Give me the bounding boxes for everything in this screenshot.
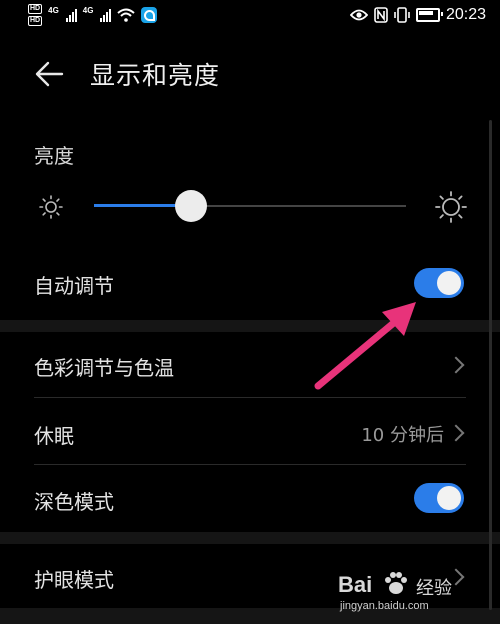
battery-icon xyxy=(415,8,443,22)
divider xyxy=(34,464,466,465)
status-right: 20:23 xyxy=(349,6,486,24)
brightness-slider[interactable] xyxy=(94,190,406,222)
status-left: HD HD 4G 4G xyxy=(28,4,158,26)
sleep-row[interactable]: 休眠 10 分钟后 xyxy=(0,408,500,456)
auto-adjust-label: 自动调节 xyxy=(34,274,114,298)
sun-large-icon xyxy=(435,191,467,223)
annotation-arrow-icon xyxy=(314,302,416,390)
back-arrow-icon[interactable] xyxy=(32,58,66,90)
dark-mode-label: 深色模式 xyxy=(34,490,114,514)
chevron-right-icon xyxy=(447,424,465,442)
status-bar: HD HD 4G 4G 20:23 xyxy=(0,0,500,34)
slider-thumb[interactable] xyxy=(175,190,207,222)
hd-badges: HD HD xyxy=(28,4,43,26)
status-time: 20:23 xyxy=(445,6,486,23)
brightness-label: 亮度 xyxy=(34,144,74,168)
hd-badge-1: HD xyxy=(28,4,43,14)
network-type-2: 4G xyxy=(82,6,94,15)
watermark-url: jingyan.baidu.com xyxy=(340,600,429,612)
sleep-label: 休眠 xyxy=(34,424,74,448)
sleep-value: 10 分钟后 xyxy=(361,425,444,446)
hd-badge-2: HD xyxy=(28,16,43,26)
eye-comfort-label: 护眼模式 xyxy=(34,568,114,592)
header: 显示和亮度 xyxy=(0,50,500,98)
app-notification-icon xyxy=(141,7,158,23)
scrollbar[interactable] xyxy=(489,120,492,610)
sun-small-icon xyxy=(39,195,63,219)
watermark-suffix: 经验 xyxy=(416,578,452,599)
eye-icon xyxy=(349,9,368,21)
signal-icon-1 xyxy=(65,8,77,22)
signal-icon-2 xyxy=(100,8,112,22)
dark-mode-toggle[interactable] xyxy=(414,483,464,513)
watermark-logo-text: Bai xyxy=(338,572,373,597)
nfc-icon xyxy=(374,7,388,23)
baidu-watermark: Bai 经验 jingyan.baidu.com xyxy=(338,572,478,618)
vibrate-icon xyxy=(394,7,410,23)
paw-icon xyxy=(385,572,407,594)
chevron-right-icon xyxy=(447,356,465,374)
color-temp-label: 色彩调节与色温 xyxy=(34,356,174,380)
wifi-icon xyxy=(117,8,136,22)
section-gap-2 xyxy=(0,532,500,544)
network-type-1: 4G xyxy=(48,6,59,15)
page-title: 显示和亮度 xyxy=(90,61,221,90)
dark-mode-row: 深色模式 xyxy=(0,474,500,522)
